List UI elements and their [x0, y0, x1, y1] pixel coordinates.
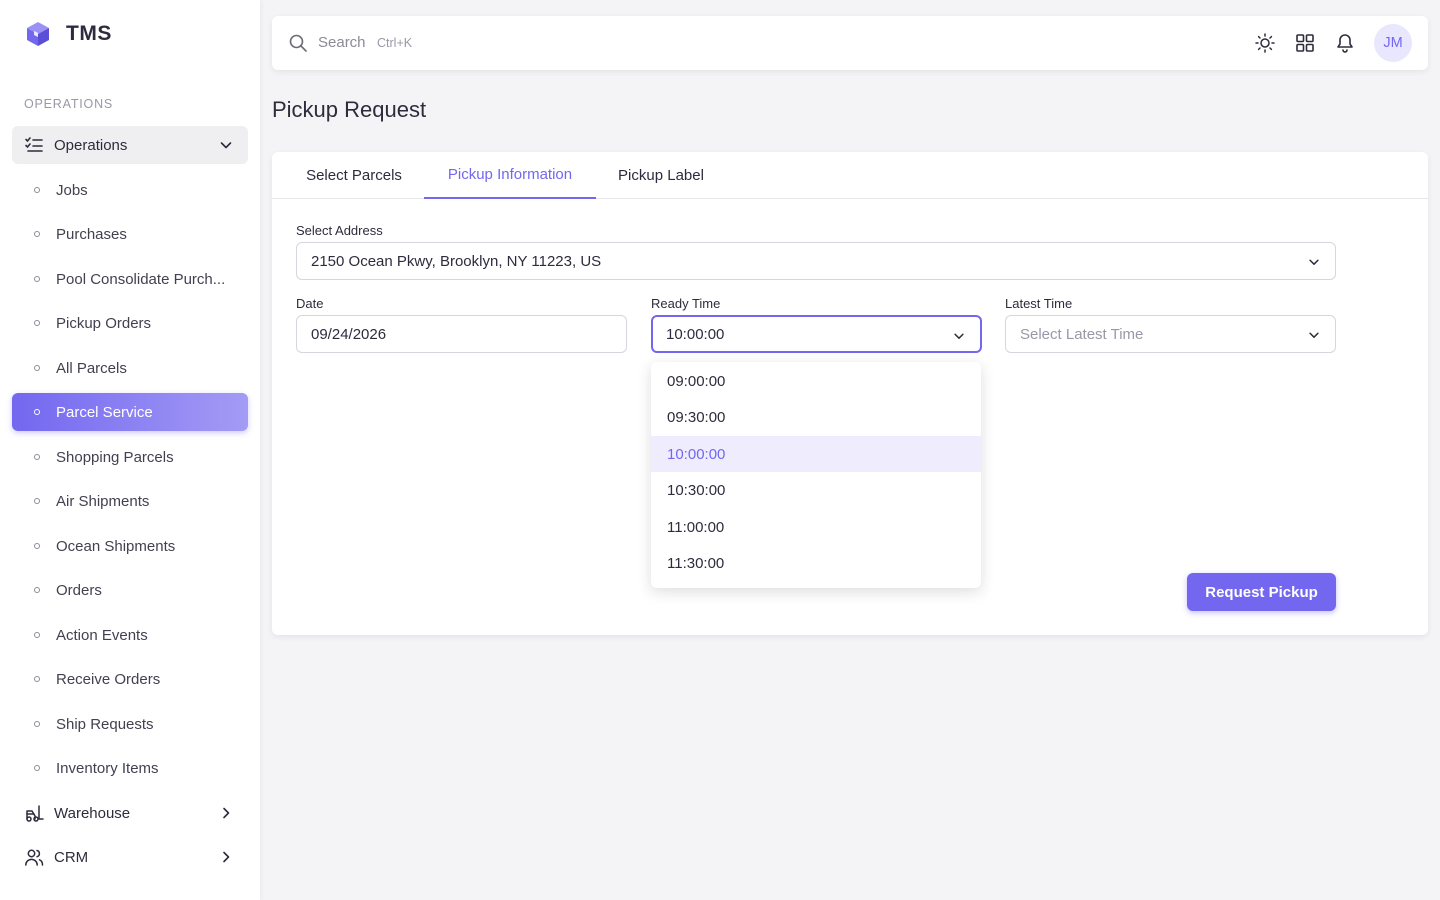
sidebar-item-label: Inventory Items — [56, 759, 159, 777]
time-option[interactable]: 10:30:00 — [651, 472, 981, 508]
bullet-icon — [34, 543, 40, 549]
bullet-icon — [34, 587, 40, 593]
bell-icon[interactable] — [1334, 32, 1356, 54]
sidebar-item-label: Receive Orders — [56, 670, 161, 688]
chevron-right-icon — [223, 851, 230, 863]
ready-time-select[interactable]: 10:00:00 — [651, 315, 982, 353]
date-value: 09/24/2026 — [311, 325, 387, 343]
date-field[interactable]: 09/24/2026 — [296, 315, 627, 353]
bullet-icon — [34, 498, 40, 504]
tab-bar: Select Parcels Pickup Information Pickup… — [272, 152, 1428, 199]
sidebar-item-receive-orders[interactable]: Receive Orders — [12, 660, 248, 698]
ready-time-value: 10:00:00 — [666, 325, 725, 343]
sidebar-item-label: Pickup Orders — [56, 314, 152, 332]
latest-time-select[interactable]: Select Latest Time — [1005, 315, 1336, 353]
sidebar-group-label: CRM — [54, 848, 89, 866]
request-pickup-button[interactable]: Request Pickup — [1187, 573, 1336, 611]
brand[interactable]: TMS — [24, 20, 112, 48]
sidebar-item-action-events[interactable]: Action Events — [12, 616, 248, 654]
sidebar-item-label: Pool Consolidate Purch... — [56, 270, 226, 288]
sidebar: TMS OPERATIONS Operations Jobs Purchases… — [0, 0, 260, 900]
sidebar-item-purchases[interactable]: Purchases — [12, 215, 248, 253]
users-icon — [25, 849, 44, 866]
sidebar-item-label: Orders — [56, 581, 102, 599]
forklift-icon — [26, 805, 44, 822]
bullet-icon — [34, 409, 40, 415]
sidebar-item-inventory-items[interactable]: Inventory Items — [12, 749, 248, 787]
sidebar-group-operations[interactable]: Operations — [12, 126, 248, 164]
ready-time-dropdown: 09:00:00 09:30:00 10:00:00 10:30:00 11:0… — [651, 362, 981, 588]
sidebar-group-warehouse[interactable]: Warehouse — [12, 794, 248, 832]
address-label: Select Address — [296, 223, 383, 238]
sidebar-item-orders[interactable]: Orders — [12, 571, 248, 609]
sidebar-item-label: Jobs — [56, 181, 88, 199]
chevron-down-icon — [220, 142, 232, 149]
sidebar-item-parcel-service[interactable]: Parcel Service — [12, 393, 248, 431]
sidebar-group-label: Warehouse — [54, 804, 131, 822]
search-icon[interactable] — [288, 33, 308, 53]
bullet-icon — [34, 187, 40, 193]
tab-select-parcels[interactable]: Select Parcels — [284, 152, 424, 199]
sidebar-item-all-parcels[interactable]: All Parcels — [12, 349, 248, 387]
sidebar-item-ocean-shipments[interactable]: Ocean Shipments — [12, 527, 248, 565]
sidebar-item-label: Ship Requests — [56, 715, 154, 733]
section-title-operations: OPERATIONS — [24, 97, 114, 111]
sidebar-item-jobs[interactable]: Jobs — [12, 171, 248, 209]
date-label: Date — [296, 296, 324, 311]
sidebar-item-label: Purchases — [56, 225, 127, 243]
address-select[interactable]: 2150 Ocean Pkwy, Brooklyn, NY 11223, US — [296, 242, 1336, 280]
time-option[interactable]: 11:30:00 — [651, 545, 981, 581]
app-title: TMS — [66, 22, 112, 45]
search-input[interactable]: Search — [318, 34, 366, 51]
avatar[interactable]: JM — [1374, 24, 1412, 62]
chevron-down-icon — [1309, 259, 1319, 265]
apps-grid-icon[interactable] — [1294, 32, 1316, 54]
time-option[interactable]: 09:30:00 — [651, 399, 981, 435]
bullet-icon — [34, 320, 40, 326]
bullet-icon — [34, 721, 40, 727]
bullet-icon — [34, 765, 40, 771]
address-value: 2150 Ocean Pkwy, Brooklyn, NY 11223, US — [311, 252, 602, 270]
bullet-icon — [34, 276, 40, 282]
sidebar-item-label: Action Events — [56, 626, 148, 644]
sidebar-item-label: Air Shipments — [56, 492, 150, 510]
chevron-down-icon — [954, 333, 964, 339]
sidebar-item-pickup-orders[interactable]: Pickup Orders — [12, 304, 248, 342]
bullet-icon — [34, 676, 40, 682]
chevron-down-icon — [1309, 332, 1319, 338]
latest-time-label: Latest Time — [1005, 296, 1073, 311]
page-title: Pickup Request — [272, 97, 427, 122]
time-option[interactable]: 11:00:00 — [651, 509, 981, 545]
sidebar-item-pool-consolidate[interactable]: Pool Consolidate Purch... — [12, 260, 248, 298]
tab-pickup-label[interactable]: Pickup Label — [596, 152, 726, 199]
search-shortcut: Ctrl+K — [377, 36, 413, 50]
ready-time-label: Ready Time — [651, 296, 721, 311]
topbar: Search Ctrl+K JM — [272, 16, 1428, 70]
bullet-icon — [34, 365, 40, 371]
time-option-selected[interactable]: 10:00:00 — [651, 436, 981, 472]
latest-time-placeholder: Select Latest Time — [1020, 325, 1144, 343]
sidebar-group-crm[interactable]: CRM — [12, 838, 248, 876]
sidebar-item-air-shipments[interactable]: Air Shipments — [12, 482, 248, 520]
sidebar-group-label: Operations — [54, 136, 128, 154]
bullet-icon — [34, 632, 40, 638]
sidebar-item-ship-requests[interactable]: Ship Requests — [12, 705, 248, 743]
bullet-icon — [34, 231, 40, 237]
sun-icon[interactable] — [1254, 32, 1276, 54]
time-option[interactable]: 09:00:00 — [651, 363, 981, 399]
sidebar-item-label: Shopping Parcels — [56, 448, 174, 466]
list-check-icon — [25, 137, 43, 152]
sidebar-item-label: Ocean Shipments — [56, 537, 176, 555]
sidebar-item-shopping-parcels[interactable]: Shopping Parcels — [12, 438, 248, 476]
cube-logo-icon — [27, 22, 49, 46]
sidebar-item-label: All Parcels — [56, 359, 127, 377]
bullet-icon — [34, 454, 40, 460]
chevron-right-icon — [223, 807, 230, 819]
sidebar-item-label: Parcel Service — [56, 403, 153, 421]
tab-pickup-information[interactable]: Pickup Information — [424, 152, 596, 199]
